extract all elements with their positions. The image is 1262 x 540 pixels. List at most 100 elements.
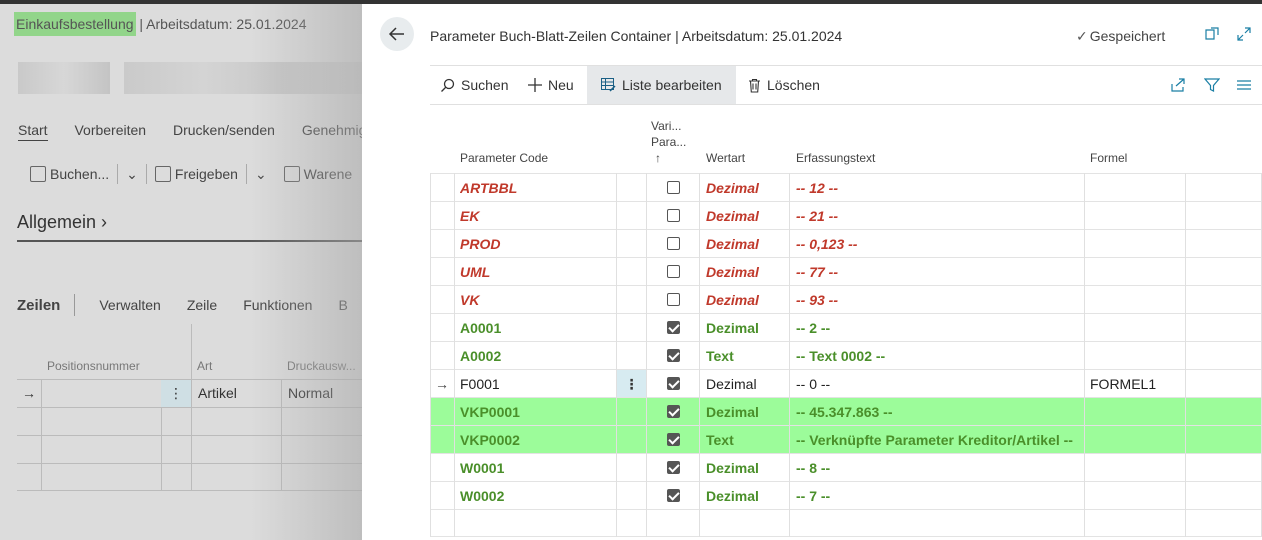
grid-divider [430, 173, 431, 537]
table-row[interactable]: PROD Dezimal -- 0,123 -- [430, 229, 1262, 257]
arrow-left-icon [388, 27, 404, 41]
cell-formula [1090, 286, 1186, 314]
lines-more-button[interactable]: B [338, 297, 347, 313]
table-row[interactable]: VKP0002 Text -- Verknüpfte Parameter Kredi… [430, 425, 1262, 453]
table-row-empty[interactable] [430, 509, 1262, 537]
tab-approval[interactable]: Genehmig [302, 122, 362, 138]
column-header-vari[interactable]: Vari... [651, 119, 681, 133]
open-new-window-icon[interactable] [1204, 26, 1220, 47]
divider [41, 380, 42, 407]
tab-print-send[interactable]: Drucken/senden [173, 122, 275, 138]
cell-formula [1090, 482, 1186, 510]
table-row[interactable]: UML Dezimal -- 77 -- [430, 257, 1262, 285]
cell-formula [1090, 426, 1186, 454]
release-label: Freigeben [174, 166, 238, 182]
vari-param-checkbox[interactable] [667, 461, 680, 474]
lines-functions-button[interactable]: Funktionen [243, 297, 312, 313]
lines-manage-button[interactable]: Verwalten [99, 297, 160, 313]
cell-formula [1090, 230, 1186, 258]
lines-toolbar: Zeilen Verwalten Zeile Funktionen B [17, 294, 362, 316]
background-title-highlight: Einkaufsbestellung [14, 12, 136, 36]
column-header-value-type[interactable]: Wertart [706, 151, 745, 165]
grid-divider [454, 173, 455, 537]
table-row[interactable]: ARTBBL Dezimal -- 12 -- [430, 173, 1262, 201]
cell-parameter-code: W0001 [460, 460, 505, 476]
table-row[interactable]: EK Dezimal -- 21 -- [430, 201, 1262, 229]
chevron-down-icon[interactable]: ⌄ [255, 166, 267, 183]
cell-value-type: Dezimal [706, 488, 759, 504]
column-header-formula[interactable]: Formel [1090, 151, 1127, 165]
column-header-entry-text[interactable]: Erfassungstext [796, 151, 875, 165]
vari-param-checkbox[interactable] [667, 237, 680, 250]
vari-param-checkbox[interactable] [667, 293, 680, 306]
column-header-type[interactable]: Art [197, 359, 212, 373]
column-header-print[interactable]: Druckausw... [287, 359, 356, 373]
vari-param-checkbox[interactable] [667, 405, 680, 418]
table-row[interactable]: VK Dezimal -- 93 -- [430, 285, 1262, 313]
edit-list-button[interactable]: Liste bearbeiten [587, 66, 736, 104]
table-row[interactable] [17, 435, 362, 463]
blurred-field [124, 62, 362, 94]
warehouse-label: Warene [303, 166, 353, 182]
column-header-position[interactable]: Positionsnummer [47, 359, 140, 373]
saved-status: ✓ Gespeichert [1076, 28, 1165, 45]
vari-param-checkbox[interactable] [667, 489, 680, 502]
expand-icon[interactable] [1236, 26, 1252, 47]
table-row[interactable] [17, 463, 362, 491]
warehouse-button[interactable]: Warene [283, 166, 353, 182]
row-menu-icon[interactable]: ⋮ [161, 380, 191, 407]
vari-param-checkbox[interactable] [667, 377, 680, 390]
vari-param-checkbox[interactable] [667, 209, 680, 222]
table-row[interactable] [17, 407, 362, 435]
cell-parameter-code: VKP0002 [460, 432, 520, 448]
delete-button[interactable]: Löschen [748, 66, 820, 104]
chevron-down-icon[interactable]: ⌄ [126, 166, 138, 183]
dialog-title: Parameter Buch-Blatt-Zeilen Container | … [430, 28, 843, 44]
cell-parameter-code: VKP0001 [460, 404, 520, 420]
table-row[interactable]: VKP0001 Dezimal -- 45.347.863 -- [430, 397, 1262, 425]
cell-entry-text: -- 12 -- [796, 180, 838, 196]
lines-line-button[interactable]: Zeile [187, 297, 217, 313]
cell-parameter-code: PROD [460, 236, 501, 252]
release-button[interactable]: Freigeben [154, 166, 238, 182]
cell-entry-text: -- Text 0002 -- [796, 348, 886, 364]
new-button[interactable]: Neu [528, 66, 574, 104]
cell-value-type: Dezimal [706, 292, 759, 308]
vari-param-checkbox[interactable] [667, 349, 680, 362]
cell-value-type: Dezimal [706, 180, 759, 196]
table-row[interactable]: W0002 Dezimal -- 7 -- [430, 481, 1262, 509]
table-row[interactable]: W0001 Dezimal -- 8 -- [430, 453, 1262, 481]
share-icon[interactable] [1170, 66, 1186, 104]
table-row[interactable]: → ⋮ Artikel Normal [17, 379, 362, 407]
cell-formula: FORMEL1 [1090, 376, 1157, 392]
cell-parameter-code: UML [460, 264, 491, 280]
table-row[interactable]: → ⋮ F0001 Dezimal -- 0 -- FORMEL1 [430, 369, 1262, 398]
table-row[interactable]: A0001 Dezimal -- 2 -- [430, 313, 1262, 341]
grid-divider [1084, 173, 1085, 537]
vari-param-checkbox[interactable] [667, 265, 680, 278]
tab-prepare[interactable]: Vorbereiten [74, 122, 146, 138]
tab-start[interactable]: Start [18, 122, 48, 141]
table-row[interactable]: A0002 Text -- Text 0002 -- [430, 341, 1262, 369]
post-button[interactable]: Buchen... [30, 166, 109, 182]
column-header-code[interactable]: Parameter Code [460, 151, 548, 165]
chevron-right-icon: › [96, 212, 108, 232]
background-actions: Buchen... ⌄ Freigeben ⌄ Warene [30, 164, 352, 184]
divider [281, 380, 282, 407]
column-header-vari-line2: Para... [651, 135, 687, 149]
row-menu-icon[interactable]: ⋮ [617, 370, 646, 398]
section-general-title[interactable]: Allgemein › [17, 212, 107, 233]
list-view-icon[interactable] [1236, 66, 1252, 104]
cell-entry-text: -- 7 -- [796, 488, 831, 504]
filter-icon[interactable] [1204, 66, 1220, 104]
search-button[interactable]: Suchen [440, 66, 508, 104]
back-button[interactable] [380, 17, 414, 51]
vari-param-checkbox[interactable] [667, 321, 680, 334]
divider [145, 164, 147, 184]
cell-value-type: Dezimal [706, 460, 759, 476]
vari-param-checkbox[interactable] [667, 433, 680, 446]
background-tabs: Start Vorbereiten Drucken/senden Genehmi… [18, 122, 362, 141]
cell-parameter-code: A0001 [460, 320, 502, 336]
cell-value-type: Dezimal [706, 236, 759, 252]
vari-param-checkbox[interactable] [667, 181, 680, 194]
